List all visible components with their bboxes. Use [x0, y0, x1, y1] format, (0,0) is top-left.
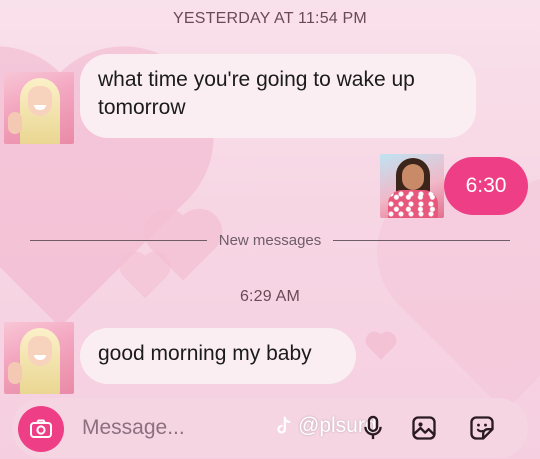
sticker-icon	[470, 416, 494, 440]
heart-decoration	[368, 334, 394, 360]
sticker-button[interactable]	[466, 412, 498, 444]
divider-label: New messages	[218, 231, 322, 249]
microphone-icon	[364, 415, 382, 440]
message-bubble-incoming[interactable]: good morning my baby	[80, 328, 356, 384]
message-bubble-outgoing[interactable]: 6:30	[444, 157, 528, 215]
timestamp: YESTERDAY AT 11:54 PM	[173, 10, 367, 27]
divider-line	[333, 239, 511, 241]
message-composer[interactable]: Message... @plsurd	[12, 398, 528, 458]
microphone-button[interactable]	[357, 412, 389, 444]
message-bubble-incoming[interactable]: what time you're going to wake up tomorr…	[80, 54, 476, 138]
gallery-button[interactable]	[408, 412, 440, 444]
divider-line	[30, 239, 207, 241]
camera-icon	[30, 419, 52, 438]
avatar[interactable]	[4, 72, 74, 144]
timestamp: 6:29 AM	[239, 288, 301, 305]
new-messages-divider: New messages	[30, 230, 511, 250]
avatar[interactable]	[4, 322, 74, 394]
tiktok-icon	[277, 416, 291, 434]
avatar[interactable]	[380, 154, 444, 218]
message-input[interactable]: Message...	[82, 416, 185, 440]
gallery-icon	[412, 416, 436, 440]
camera-button[interactable]	[18, 406, 64, 452]
